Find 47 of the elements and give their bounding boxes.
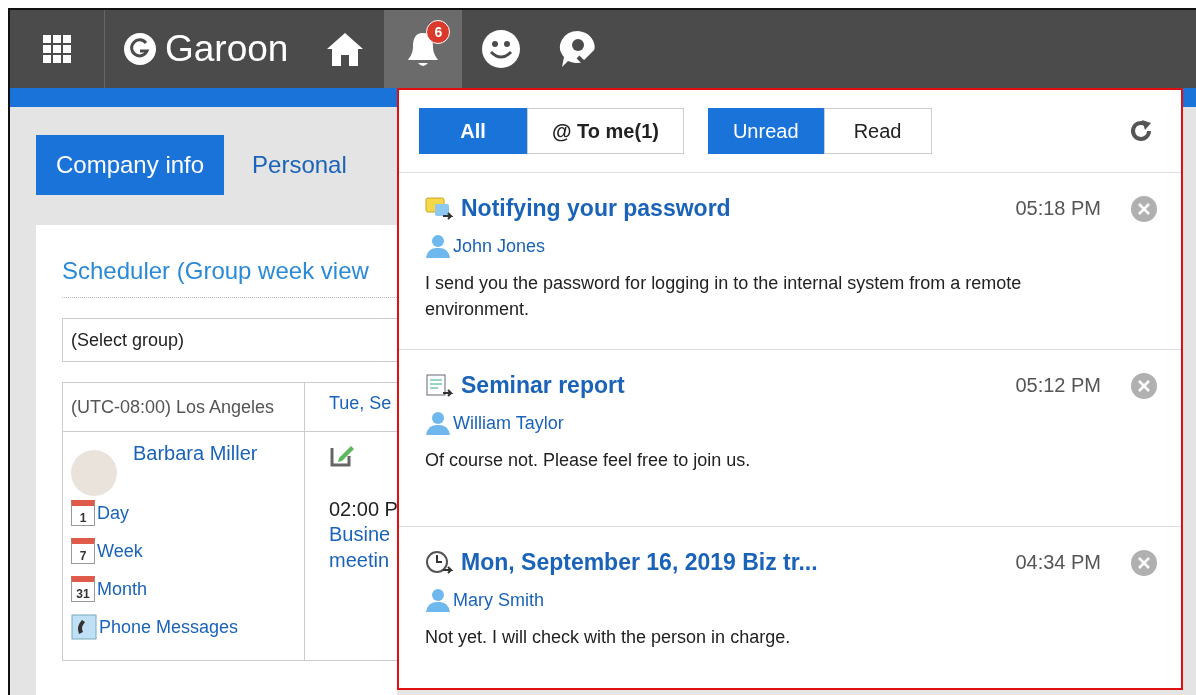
scheduler-title[interactable]: Scheduler (Group week view bbox=[62, 257, 369, 297]
date-header[interactable]: Tue, Se bbox=[329, 393, 392, 413]
notification-title-link[interactable]: Mon, September 16, 2019 Biz tr... bbox=[461, 549, 818, 576]
event-title-link[interactable]: Busine bbox=[329, 521, 397, 547]
person-icon bbox=[425, 234, 451, 258]
notification-body: Not yet. I will check with the person in charge. bbox=[425, 626, 792, 649]
sender-link[interactable]: William Taylor bbox=[453, 412, 564, 434]
filter-button[interactable]: @ To me(1) bbox=[527, 108, 684, 154]
refresh-icon[interactable] bbox=[1129, 119, 1153, 143]
avatar-placeholder bbox=[71, 450, 117, 496]
notification-time: 04:34 PM bbox=[1015, 551, 1101, 574]
view-link[interactable]: Month bbox=[97, 578, 148, 600]
notification-time: 05:18 PM bbox=[1015, 197, 1101, 220]
filter-button[interactable]: Read bbox=[823, 108, 932, 154]
filter-button[interactable]: Unread bbox=[707, 108, 824, 154]
user-name-link[interactable]: Barbara Miller bbox=[133, 442, 258, 465]
view-link[interactable]: Day bbox=[97, 502, 129, 524]
view-link[interactable]: Phone Messages bbox=[99, 616, 239, 638]
sender-link[interactable]: Mary Smith bbox=[453, 589, 544, 611]
notification-body: Of course not. Please feel free to join us. bbox=[425, 449, 752, 472]
notification-title-link[interactable]: Seminar report bbox=[461, 372, 625, 399]
tab[interactable]: Personal bbox=[252, 135, 367, 195]
logo-icon bbox=[123, 32, 157, 66]
filter-button[interactable]: All bbox=[419, 108, 527, 154]
sender-link[interactable]: John Jones bbox=[453, 235, 546, 257]
calendar-icon: 1 bbox=[71, 500, 95, 526]
notification-time: 05:12 PM bbox=[1015, 374, 1101, 397]
notification-badge: 6 bbox=[426, 20, 451, 44]
app-logo-text: Garoon bbox=[165, 28, 289, 70]
notification-body: I send you the password for logging in to the internal system from a remote environment. bbox=[425, 272, 1023, 321]
tab[interactable]: Company info bbox=[36, 135, 225, 195]
person-icon bbox=[425, 588, 451, 612]
event-title-link[interactable]: meetin bbox=[329, 547, 397, 573]
app-grid-icon[interactable] bbox=[43, 35, 71, 63]
group-select[interactable]: (Select group) bbox=[62, 318, 397, 362]
clock-icon bbox=[425, 549, 455, 576]
phone-icon bbox=[71, 614, 97, 640]
timezone-label: (UTC-08:00) Los Angeles bbox=[71, 397, 275, 417]
calendar-icon: 31 bbox=[71, 576, 95, 602]
message-icon bbox=[425, 195, 455, 222]
person-icon bbox=[425, 411, 451, 435]
notification-title-link[interactable]: Notifying your password bbox=[461, 195, 731, 222]
smiley-icon[interactable] bbox=[481, 29, 522, 69]
report-icon bbox=[425, 372, 455, 399]
view-link[interactable]: Week bbox=[97, 540, 143, 562]
calendar-icon: 7 bbox=[71, 538, 95, 564]
event-time: 02:00 P bbox=[329, 498, 397, 521]
